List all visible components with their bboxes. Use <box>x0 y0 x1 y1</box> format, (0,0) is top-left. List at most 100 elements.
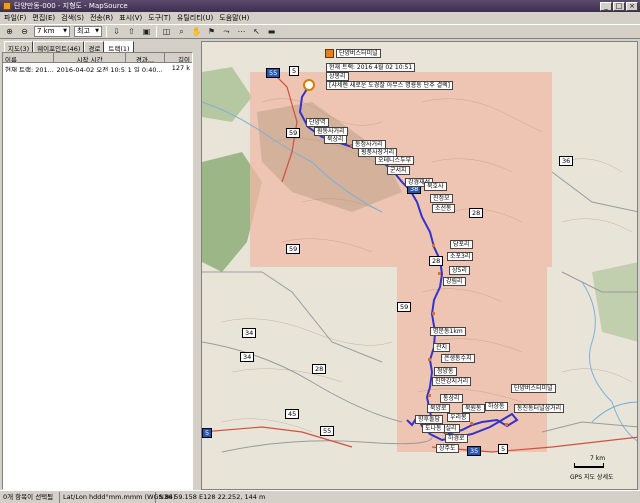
distance-tool-icon[interactable]: ▬ <box>266 26 277 37</box>
track-list: 이름 시작 시간 경과... 길이 현재 트랙: 201... 2016-04-… <box>2 52 193 490</box>
road-shield-34[interactable]: 34 <box>240 352 255 362</box>
toolbar: ⊕ ⊖ 7 km ▼ 최고 ▼ ⇩ ⇧ ▣ ◫ ⌕ ✋ ⚑ ⤳ ⋯ ↖ ▬ <box>0 24 640 39</box>
column-length[interactable]: 길이 <box>165 53 192 62</box>
road-shield-59[interactable]: 59 <box>286 128 301 138</box>
road-shield-55[interactable]: 55 <box>266 68 281 78</box>
road-shield-36[interactable]: 36 <box>559 156 574 166</box>
place-label[interactable]: 도나동 <box>422 424 445 433</box>
place-label[interactable]: 북상리 <box>324 135 347 144</box>
road-shield-45[interactable]: 45 <box>285 409 300 419</box>
place-label[interactable]: 우리봉 <box>447 413 470 422</box>
place-label[interactable]: 진정모 <box>430 194 453 203</box>
current-position-icon[interactable] <box>303 79 315 91</box>
route-tool-icon[interactable]: ⤳ <box>221 26 232 37</box>
place-label[interactable]: 오테니스두부 <box>375 156 415 165</box>
app-icon <box>3 2 11 10</box>
menu-view[interactable]: 표시(V) <box>119 13 142 23</box>
place-label[interactable]: 단양역 <box>306 118 329 127</box>
road-shield-59[interactable]: 59 <box>286 244 301 254</box>
place-label[interactable]: 강림리 <box>443 277 466 286</box>
track-tool-icon[interactable]: ⋯ <box>236 26 247 37</box>
maximize-button[interactable]: □ <box>613 1 625 11</box>
waypoint-tool-icon[interactable]: ⚑ <box>206 26 217 37</box>
hand-tool-icon[interactable]: ✋ <box>191 26 202 37</box>
chevron-down-icon: ▼ <box>63 28 67 34</box>
tab-tracks[interactable]: 트랙(1) <box>104 41 134 53</box>
zoom-tool-icon[interactable]: ⌕ <box>176 26 187 37</box>
road-shield-59[interactable]: 59 <box>397 302 412 312</box>
callout-place[interactable]: 상봉리 <box>326 72 349 81</box>
scale-select[interactable]: 7 km ▼ <box>34 26 70 37</box>
place-label[interactable]: 명문동1km <box>430 327 466 336</box>
menu-tools[interactable]: 도구(T) <box>148 13 171 23</box>
place-label[interactable]: 상5리 <box>449 266 470 275</box>
detail-select[interactable]: 최고 ▼ <box>74 26 102 37</box>
track-elapsed: 1 일 0:40... <box>127 66 163 72</box>
column-name[interactable]: 이름 <box>3 53 55 62</box>
menu-file[interactable]: 파일(F) <box>4 13 26 23</box>
road-shield-5[interactable]: 5 <box>202 428 213 438</box>
column-elapsed[interactable]: 경과... <box>126 53 166 62</box>
place-label[interactable]: 향후돌담 <box>415 415 444 424</box>
road-shield-28[interactable]: 28 <box>312 364 327 374</box>
road-shield-34[interactable]: 34 <box>242 328 257 338</box>
status-coords: N36 59.158 E128 22.252, 144 m <box>159 492 266 501</box>
menu-bar: 파일(F) 편집(E) 검색(S) 전송(R) 표시(V) 도구(T) 유틸리티… <box>0 12 640 24</box>
map-tool-icon[interactable]: ◫ <box>161 26 172 37</box>
place-label[interactable]: 북호사 <box>424 182 447 191</box>
place-label[interactable]: 소선동 <box>432 204 455 213</box>
receive-icon[interactable]: ⇩ <box>111 26 122 37</box>
toolbar-separator <box>156 26 157 37</box>
road-shield-28[interactable]: 28 <box>469 208 484 218</box>
device-icon[interactable]: ▣ <box>141 26 152 37</box>
zoom-in-icon[interactable]: ⊕ <box>4 26 15 37</box>
place-label[interactable]: 진안강지거리 <box>432 377 472 386</box>
close-button[interactable]: × <box>626 1 638 11</box>
status-format: Lat/Lon hddd°mm.mmm (WGS 84) <box>60 491 176 503</box>
road-shield-5[interactable]: 5 <box>498 444 509 454</box>
place-label[interactable]: 북양로 <box>427 404 450 413</box>
place-label[interactable]: 당포리 <box>450 240 473 249</box>
column-start-time[interactable]: 시작 시간 <box>54 53 126 62</box>
toolbar-separator <box>106 26 107 37</box>
menu-utilities[interactable]: 유틸리티(U) <box>177 13 213 23</box>
status-selection: 0개 항목이 선택됨 <box>0 491 60 503</box>
map-view[interactable]: 단양버스터미널 현재 트랙: 2016 4월 02 10:51 상봉리 [샤세렌 새로… <box>201 41 638 490</box>
callout-title[interactable]: 단양버스터미널 <box>336 49 381 58</box>
detail-value: 최고 <box>77 27 90 35</box>
send-icon[interactable]: ⇧ <box>126 26 137 37</box>
select-tool-icon[interactable]: ↖ <box>251 26 262 37</box>
zoom-out-icon[interactable]: ⊖ <box>19 26 30 37</box>
tab-maps[interactable]: 지도(3) <box>4 41 34 53</box>
table-row[interactable]: 현재 트랙: 201... 2016-04-02 오전 10:51... 1 일… <box>3 63 192 72</box>
menu-find[interactable]: 검색(S) <box>61 13 84 23</box>
place-label[interactable]: 청양동 <box>434 367 457 376</box>
place-label[interactable]: 은생동수지 <box>441 354 475 363</box>
menu-edit[interactable]: 편집(E) <box>32 13 55 23</box>
place-label[interactable]: 상주도 <box>436 444 459 453</box>
place-label[interactable]: 하경로 <box>445 434 468 443</box>
road-shield-55[interactable]: 55 <box>320 426 335 436</box>
callout-note[interactable]: [샤세렌 새로운 도경찰 아무스 명룡동 단추 결렉] <box>326 81 454 90</box>
road-shield-28[interactable]: 28 <box>429 256 444 266</box>
place-label[interactable]: 통상리 <box>440 394 463 403</box>
road-shield-5[interactable]: 5 <box>289 66 300 76</box>
menu-help[interactable]: 도움말(H) <box>219 13 249 23</box>
road-shield-35[interactable]: 35 <box>467 446 482 456</box>
callout-track[interactable]: 현재 트랙: 2016 4월 02 10:51 <box>326 63 416 72</box>
place-label[interactable]: 단양버스터미널 <box>511 384 556 393</box>
waypoint-flag-icon[interactable] <box>325 49 334 58</box>
tab-routes[interactable]: 경로 <box>84 41 105 53</box>
place-label[interactable]: 군서지 <box>387 166 410 175</box>
minimize-button[interactable]: _ <box>600 1 612 11</box>
place-label[interactable]: 동진동터널삼거리 <box>514 404 565 413</box>
panel-splitter[interactable] <box>193 41 201 490</box>
track-length: 127 k <box>171 64 190 72</box>
place-label[interactable]: 관지 <box>433 343 451 352</box>
place-label[interactable]: 하상동 <box>485 402 508 411</box>
menu-transfer[interactable]: 전송(R) <box>90 13 113 23</box>
place-label[interactable]: 북원동 <box>462 404 485 413</box>
tab-waypoints[interactable]: 웨이포인트(46) <box>33 41 85 53</box>
chevron-down-icon: ▼ <box>95 28 99 34</box>
place-label[interactable]: 소포3리 <box>447 252 474 261</box>
